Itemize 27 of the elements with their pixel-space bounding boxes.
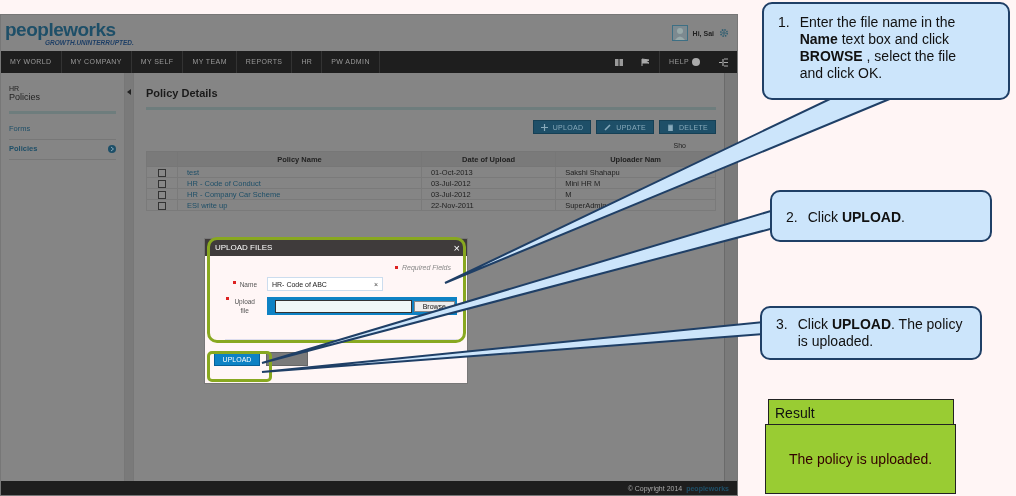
row-checkbox[interactable] xyxy=(158,168,166,177)
page-title: Policy Details xyxy=(146,87,219,99)
plus-icon xyxy=(540,123,548,131)
avatar-icon[interactable] xyxy=(671,25,688,41)
book-icon[interactable] xyxy=(615,58,624,66)
pencil-icon xyxy=(604,123,612,131)
callout-text: Click UPLOAD. xyxy=(807,209,905,227)
row-checkbox[interactable] xyxy=(158,190,166,199)
row-checkbox[interactable] xyxy=(158,179,166,188)
flag-icon[interactable] xyxy=(641,58,651,66)
step-number: 1. xyxy=(778,14,790,32)
callout-text: Enter the file name in the Name text box and click BROWSE , select the file and click OK. xyxy=(799,14,958,83)
step-number: 3. xyxy=(776,316,788,334)
menu-icon[interactable] xyxy=(719,57,728,67)
callout-text: Click UPLOAD. The policy is uploaded. xyxy=(797,316,964,351)
dialog-title: UPLOAD FILES xyxy=(215,243,273,252)
collapse-handle[interactable] xyxy=(125,73,134,481)
sidebar-title: Policies xyxy=(9,92,41,102)
logo: peopleworks xyxy=(5,20,117,39)
step-number: 2. xyxy=(786,209,798,227)
result-heading: Result xyxy=(768,399,954,425)
row-checkbox[interactable] xyxy=(158,201,166,210)
result-text: The policy is uploaded. xyxy=(788,451,933,467)
close-button[interactable]: × xyxy=(453,241,460,254)
trash-icon xyxy=(666,123,674,131)
settings-icon[interactable] xyxy=(719,28,729,38)
arrow-icon xyxy=(108,144,116,153)
